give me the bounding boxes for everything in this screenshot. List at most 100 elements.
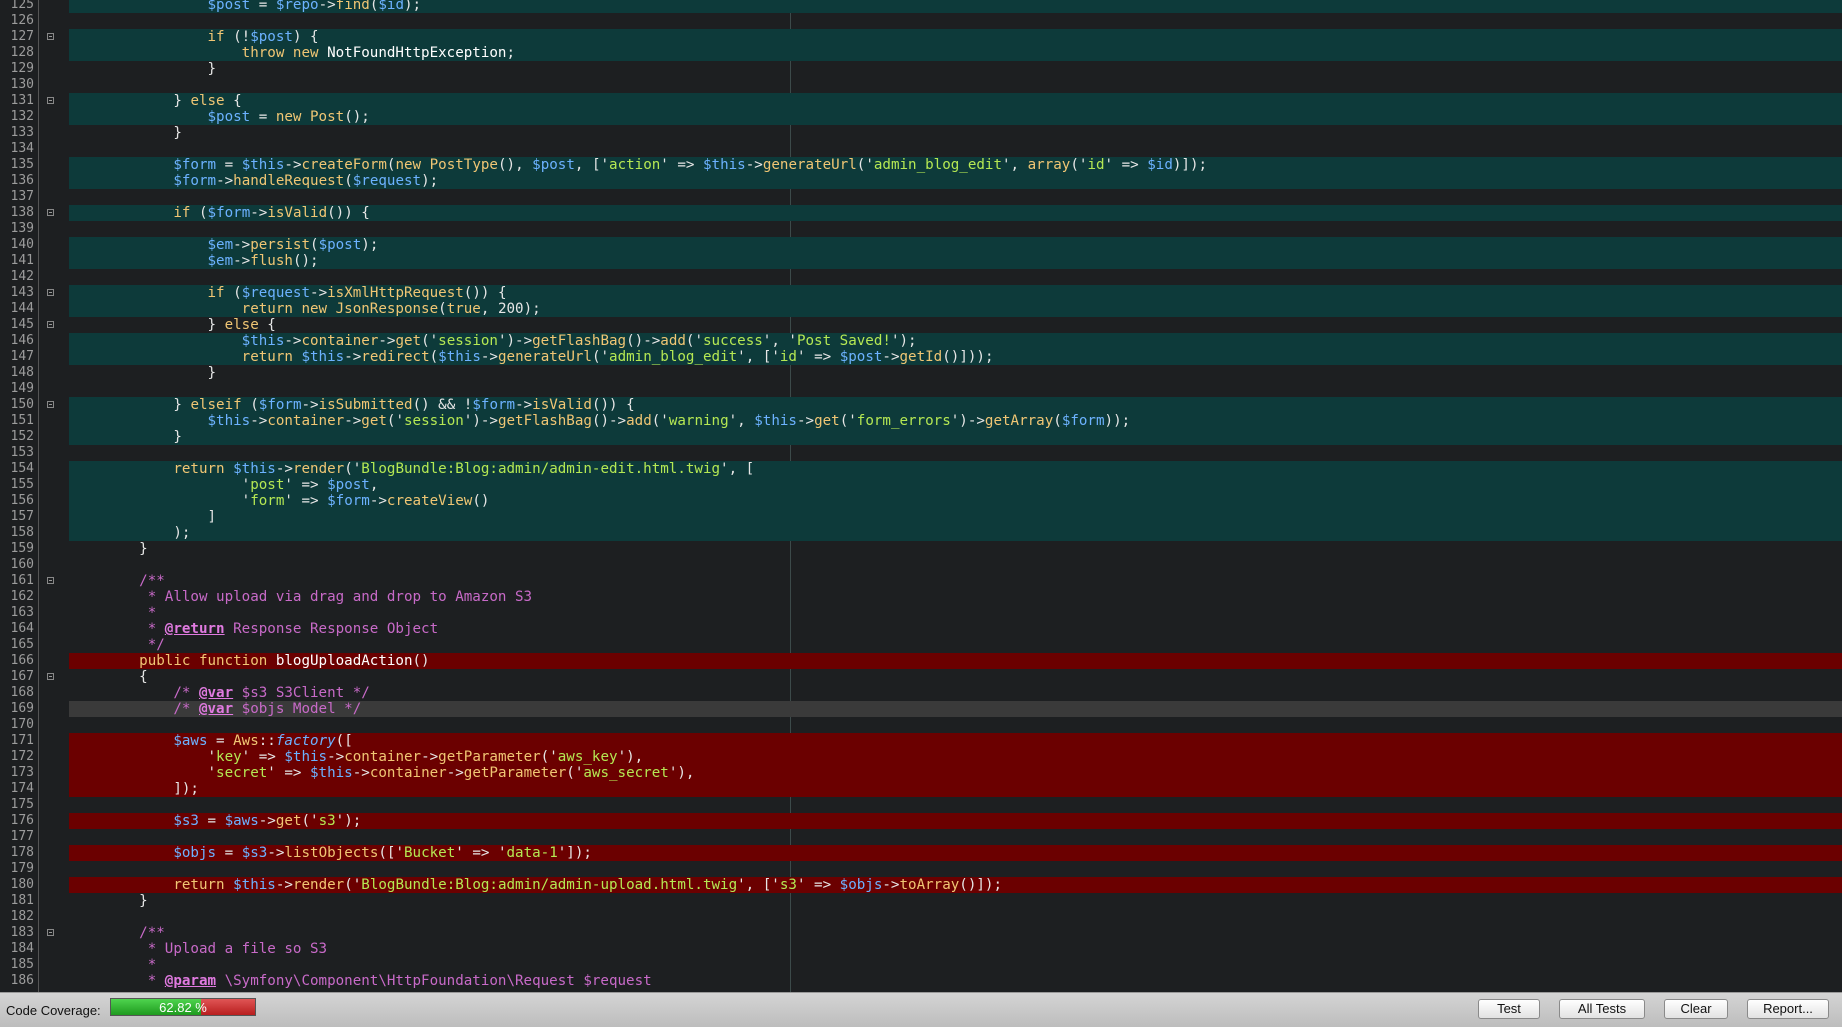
code-line[interactable]: 163 *: [0, 605, 1842, 621]
code-line[interactable]: 125 $post = $repo->find($id);: [0, 0, 1842, 13]
code-line[interactable]: 181 }: [0, 893, 1842, 909]
code-line[interactable]: 170: [0, 717, 1842, 733]
code-line[interactable]: 144 return new JsonResponse(true, 200);: [0, 301, 1842, 317]
code-line[interactable]: 171 $aws = Aws::factory([: [0, 733, 1842, 749]
code-line[interactable]: 128 throw new NotFoundHttpException;: [0, 45, 1842, 61]
fold-toggle-icon[interactable]: [47, 577, 54, 584]
code-line[interactable]: 173 'secret' => $this->container->getPar…: [0, 765, 1842, 781]
code-line[interactable]: 152 }: [0, 429, 1842, 445]
code-line[interactable]: 134: [0, 141, 1842, 157]
code-line[interactable]: 166 public function blogUploadAction(): [0, 653, 1842, 669]
code-line[interactable]: 177: [0, 829, 1842, 845]
line-number: 146: [10, 333, 34, 348]
code-text: return $this->redirect($this->generateUr…: [105, 349, 994, 365]
code-line[interactable]: 127 if (!$post) {: [0, 29, 1842, 45]
code-line[interactable]: 151 $this->container->get('session')->ge…: [0, 413, 1842, 429]
code-line[interactable]: 153: [0, 445, 1842, 461]
fold-toggle-icon[interactable]: [47, 97, 54, 104]
code-line[interactable]: 186 * @param \Symfony\Component\HttpFoun…: [0, 973, 1842, 989]
code-line[interactable]: 147 return $this->redirect($this->genera…: [0, 349, 1842, 365]
code-line[interactable]: 183 /**: [0, 925, 1842, 941]
code-line[interactable]: 135 $form = $this->createForm(new PostTy…: [0, 157, 1842, 173]
all-tests-button[interactable]: All Tests: [1559, 999, 1645, 1019]
code-token: ': [105, 765, 217, 781]
report-button[interactable]: Report...: [1747, 999, 1829, 1019]
code-line[interactable]: 157 ]: [0, 509, 1842, 525]
code-line[interactable]: 131 } else {: [0, 93, 1842, 109]
fold-toggle-icon[interactable]: [47, 289, 54, 296]
code-line[interactable]: 130: [0, 77, 1842, 93]
fold-toggle-icon[interactable]: [47, 321, 54, 328]
code-line[interactable]: 161 /**: [0, 573, 1842, 589]
code-line[interactable]: 141 $em->flush();: [0, 253, 1842, 269]
test-button[interactable]: Test: [1478, 999, 1540, 1019]
code-token: else: [224, 317, 259, 333]
code-token: ->: [745, 157, 763, 173]
code-line[interactable]: 158 );: [0, 525, 1842, 541]
code-line[interactable]: 133 }: [0, 125, 1842, 141]
code-line[interactable]: 155 'post' => $post,: [0, 477, 1842, 493]
clear-button[interactable]: Clear: [1664, 999, 1728, 1019]
code-line[interactable]: 143 if ($request->isXmlHttpRequest()) {: [0, 285, 1842, 301]
code-line[interactable]: 165 */: [0, 637, 1842, 653]
code-line[interactable]: 150 } elseif ($form->isSubmitted() && !$…: [0, 397, 1842, 413]
code-line[interactable]: 172 'key' => $this->container->getParame…: [0, 749, 1842, 765]
code-line[interactable]: 169 /* @var $objs Model */: [0, 701, 1842, 717]
code-line[interactable]: 149: [0, 381, 1842, 397]
code-line[interactable]: 162 * Allow upload via drag and drop to …: [0, 589, 1842, 605]
code-token: (': [344, 461, 362, 477]
code-line[interactable]: 178 $objs = $s3->listObjects(['Bucket' =…: [0, 845, 1842, 861]
line-number: 165: [10, 637, 34, 652]
code-token: $objs: [173, 845, 217, 861]
code-token: ->: [250, 413, 268, 429]
code-line[interactable]: 167 {: [0, 669, 1842, 685]
code-line[interactable]: 148 }: [0, 365, 1842, 381]
code-line[interactable]: 154 return $this->render('BlogBundle:Blo…: [0, 461, 1842, 477]
line-number: 184: [10, 941, 34, 956]
code-line[interactable]: 129 }: [0, 61, 1842, 77]
code-line[interactable]: 175: [0, 797, 1842, 813]
code-line[interactable]: 126: [0, 13, 1842, 29]
code-line[interactable]: 145 } else {: [0, 317, 1842, 333]
code-line[interactable]: 140 $em->persist($post);: [0, 237, 1842, 253]
code-line[interactable]: 168 /* @var $s3 S3Client */: [0, 685, 1842, 701]
code-token: $this: [438, 349, 481, 365]
code-line[interactable]: 160: [0, 557, 1842, 573]
code-text: );: [105, 525, 190, 541]
fold-toggle-icon[interactable]: [47, 33, 54, 40]
code-line[interactable]: 137: [0, 189, 1842, 205]
code-line[interactable]: 159 }: [0, 541, 1842, 557]
code-line[interactable]: 136 $form->handleRequest($request);: [0, 173, 1842, 189]
code-line[interactable]: 146 $this->container->get('session')->ge…: [0, 333, 1842, 349]
code-line[interactable]: 174 ]);: [0, 781, 1842, 797]
fold-toggle-icon[interactable]: [47, 673, 54, 680]
line-number: 158: [10, 525, 34, 540]
code-token: $request: [352, 173, 422, 189]
code-line[interactable]: 185 *: [0, 957, 1842, 973]
fold-toggle-icon[interactable]: [47, 401, 54, 408]
code-line[interactable]: 180 return $this->render('BlogBundle:Blo…: [0, 877, 1842, 893]
code-line[interactable]: 138 if ($form->isValid()) {: [0, 205, 1842, 221]
code-line[interactable]: 139: [0, 221, 1842, 237]
code-line[interactable]: 176 $s3 = $aws->get('s3');: [0, 813, 1842, 829]
code-token: if: [207, 29, 225, 45]
code-line[interactable]: 132 $post = new Post();: [0, 109, 1842, 125]
code-line[interactable]: 164 * @return Response Response Object: [0, 621, 1842, 637]
line-number: 150: [10, 397, 34, 412]
code-line[interactable]: 179: [0, 861, 1842, 877]
code-token: ()]));: [942, 349, 994, 365]
code-text: }: [105, 541, 148, 557]
code-editor[interactable]: 125 $post = $repo->find($id); 126 127 if (…: [0, 0, 1842, 992]
fold-toggle-icon[interactable]: [47, 209, 54, 216]
code-token: ' =>: [796, 349, 840, 365]
code-line[interactable]: 142: [0, 269, 1842, 285]
code-line[interactable]: 184 * Upload a file so S3: [0, 941, 1842, 957]
line-number: 182: [10, 909, 34, 924]
fold-toggle-icon[interactable]: [47, 929, 54, 936]
code-line[interactable]: 182: [0, 909, 1842, 925]
code-token: Aws: [233, 733, 259, 749]
code-line[interactable]: 156 'form' => $form->createView(): [0, 493, 1842, 509]
